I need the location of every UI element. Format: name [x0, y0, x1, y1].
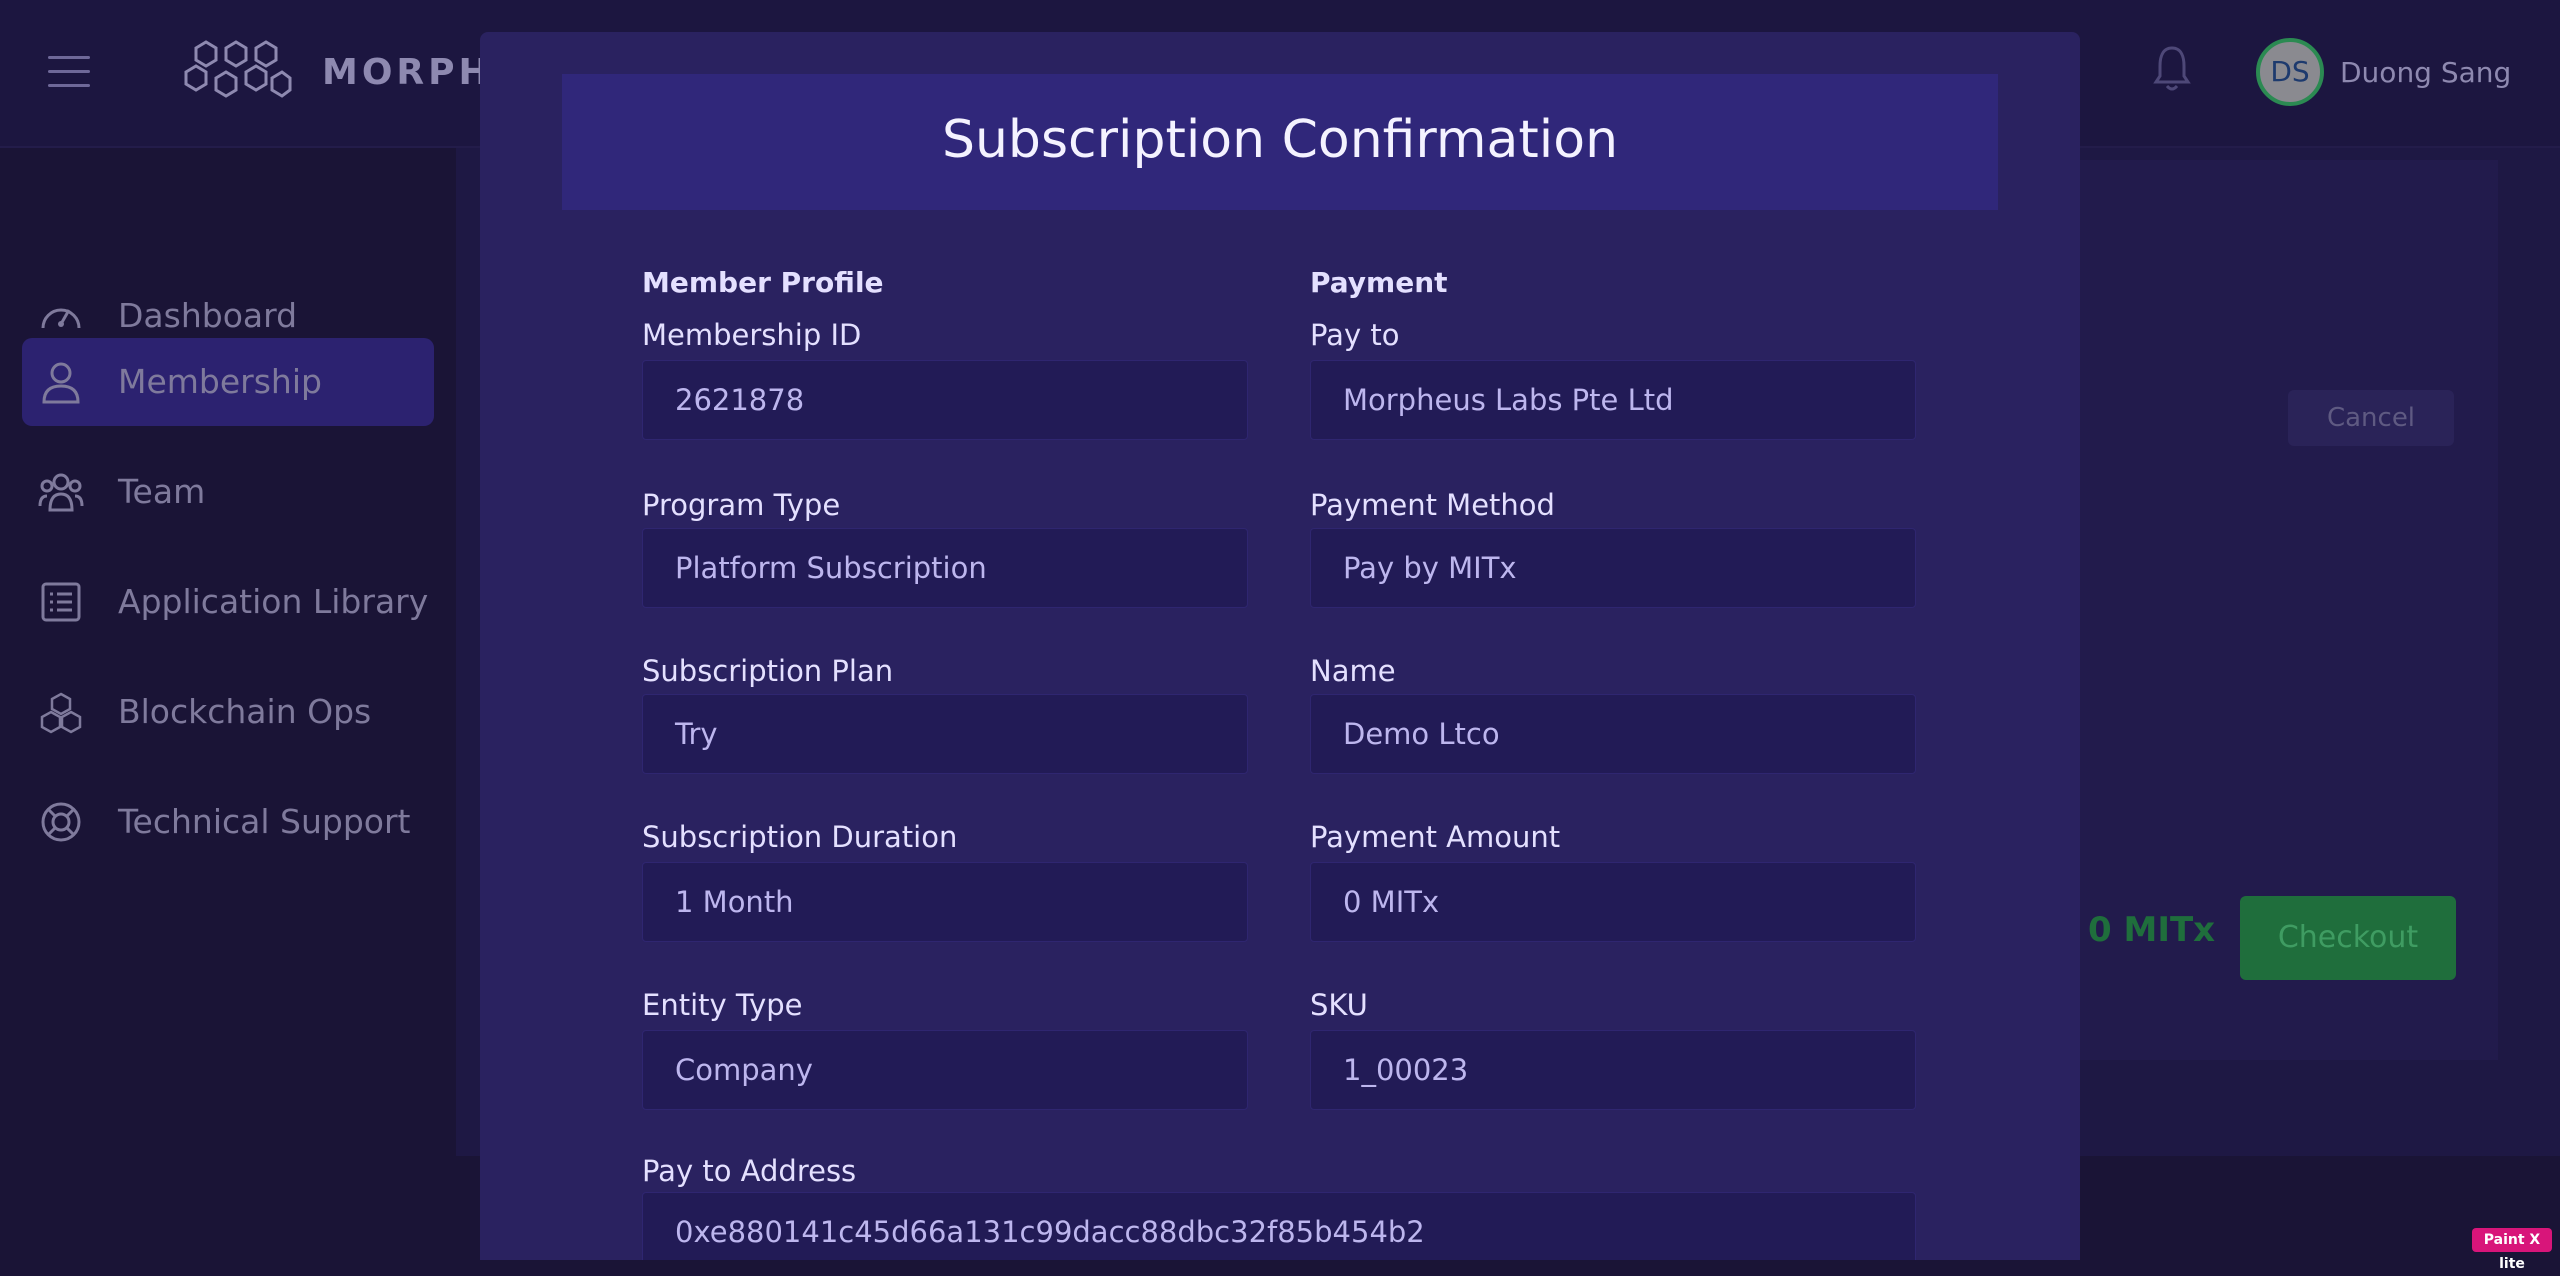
lifebuoy-icon	[41, 802, 81, 842]
pay-to-label: Pay to	[1310, 318, 1400, 352]
sidebar-item-team[interactable]: Team	[22, 448, 434, 536]
payment-method-field[interactable]: Pay by MITx	[1310, 528, 1916, 608]
logo-icon	[184, 40, 292, 98]
team-icon	[38, 473, 84, 512]
sku-field[interactable]: 1_00023	[1310, 1030, 1916, 1110]
entity-type-label: Entity Type	[642, 988, 803, 1022]
membership-id-field[interactable]: 2621878	[642, 360, 1248, 440]
user-name[interactable]: Duong Sang	[2340, 56, 2511, 89]
subscription-duration-field[interactable]: 1 Month	[642, 862, 1248, 942]
program-type-label: Program Type	[642, 488, 841, 522]
modal-header: Subscription Confirmation	[562, 74, 1998, 210]
sidebar-item-technical-support[interactable]: Technical Support	[22, 778, 434, 866]
notification-bell-icon[interactable]	[2152, 44, 2192, 94]
payment-method-label: Payment Method	[1310, 488, 1555, 522]
user-icon	[42, 362, 80, 404]
program-type-field[interactable]: Platform Subscription	[642, 528, 1248, 608]
sidebar-item-label: Dashboard	[118, 296, 298, 335]
name-label: Name	[1310, 654, 1396, 688]
sidebar-item-label: Team	[118, 472, 206, 511]
sidebar-item-label: Technical Support	[118, 802, 411, 841]
payment-amount-label: Payment Amount	[1310, 820, 1561, 854]
sku-label: SKU	[1310, 988, 1368, 1022]
subscription-confirmation-modal: Subscription Confirmation Member Profile…	[480, 32, 2080, 1260]
hamburger-menu-icon[interactable]	[48, 56, 90, 88]
pay-to-field[interactable]: Morpheus Labs Pte Ltd	[1310, 360, 1916, 440]
total-amount: 0 MITx	[2088, 910, 2216, 950]
sidebar-item-label: Membership	[118, 362, 322, 401]
modal-title: Subscription Confirmation	[941, 110, 1619, 170]
subscription-duration-label: Subscription Duration	[642, 820, 958, 854]
entity-type-field[interactable]: Company	[642, 1030, 1248, 1110]
sidebar-item-label: Blockchain Ops	[118, 692, 372, 731]
subscription-plan-field[interactable]: Try	[642, 694, 1248, 774]
sidebar: Dashboard Membership Team Application Li…	[0, 148, 456, 1260]
subscription-plan-label: Subscription Plan	[642, 654, 894, 688]
pay-to-address-label: Pay to Address	[642, 1154, 857, 1188]
member-profile-heading: Member Profile	[642, 266, 884, 299]
watermark-badge: Paint X lite	[2472, 1228, 2552, 1272]
name-field[interactable]: Demo Ltco	[1310, 694, 1916, 774]
membership-id-label: Membership ID	[642, 318, 862, 352]
list-icon	[41, 582, 81, 622]
payment-heading: Payment	[1310, 266, 1448, 299]
cubes-icon	[40, 692, 82, 734]
payment-amount-field[interactable]: 0 MITx	[1310, 862, 1916, 942]
dashboard-gauge-icon	[41, 308, 81, 329]
sidebar-item-blockchain-ops[interactable]: Blockchain Ops	[22, 668, 434, 756]
sidebar-item-application-library[interactable]: Application Library	[22, 558, 434, 646]
sidebar-item-membership[interactable]: Membership	[22, 338, 434, 426]
cancel-button[interactable]: Cancel	[2288, 390, 2454, 446]
sidebar-item-label: Application Library	[118, 582, 429, 621]
pay-to-address-field[interactable]: 0xe880141c45d66a131c99dacc88dbc32f85b454…	[642, 1192, 1916, 1260]
avatar[interactable]: DS	[2256, 38, 2324, 106]
checkout-button[interactable]: Checkout	[2240, 896, 2456, 980]
